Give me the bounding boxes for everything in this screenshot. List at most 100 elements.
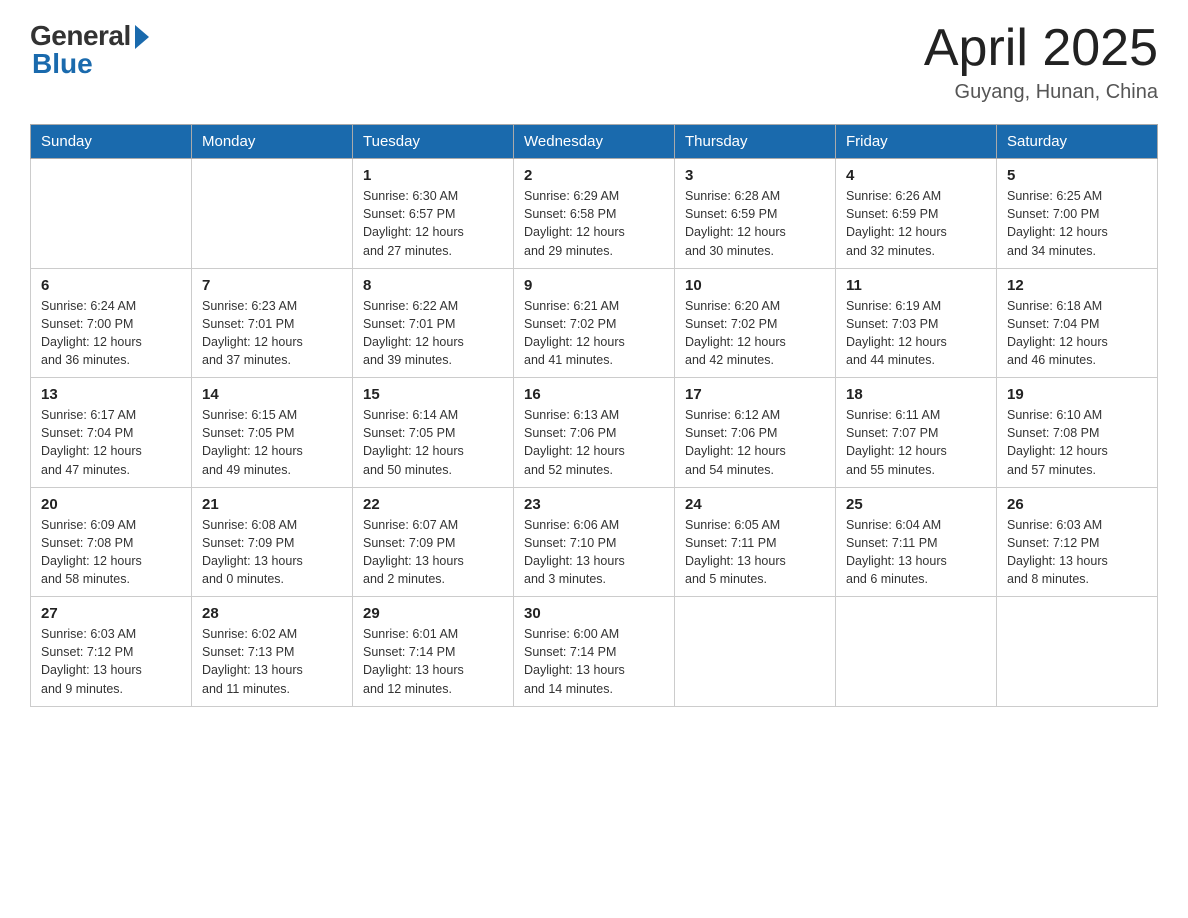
calendar-cell	[192, 159, 353, 269]
day-number: 19	[1007, 386, 1147, 403]
day-info: Sunrise: 6:15 AMSunset: 7:05 PMDaylight:…	[202, 406, 342, 479]
day-info: Sunrise: 6:30 AMSunset: 6:57 PMDaylight:…	[363, 187, 503, 260]
day-info: Sunrise: 6:14 AMSunset: 7:05 PMDaylight:…	[363, 406, 503, 479]
calendar-cell	[997, 597, 1158, 707]
calendar-header-thursday: Thursday	[675, 125, 836, 159]
day-info: Sunrise: 6:01 AMSunset: 7:14 PMDaylight:…	[363, 625, 503, 698]
day-number: 21	[202, 496, 342, 513]
calendar-cell: 8 Sunrise: 6:22 AMSunset: 7:01 PMDaylight…	[353, 268, 514, 378]
day-info: Sunrise: 6:25 AMSunset: 7:00 PMDaylight:…	[1007, 187, 1147, 260]
day-info: Sunrise: 6:29 AMSunset: 6:58 PMDaylight:…	[524, 187, 664, 260]
day-info: Sunrise: 6:10 AMSunset: 7:08 PMDaylight:…	[1007, 406, 1147, 479]
day-info: Sunrise: 6:07 AMSunset: 7:09 PMDaylight:…	[363, 516, 503, 589]
calendar-week-row: 27 Sunrise: 6:03 AMSunset: 7:12 PMDayligh…	[31, 597, 1158, 707]
calendar-cell: 15 Sunrise: 6:14 AMSunset: 7:05 PMDayligh…	[353, 378, 514, 488]
calendar-cell: 6 Sunrise: 6:24 AMSunset: 7:00 PMDaylight…	[31, 268, 192, 378]
calendar-header-saturday: Saturday	[997, 125, 1158, 159]
calendar-header-tuesday: Tuesday	[353, 125, 514, 159]
day-number: 12	[1007, 277, 1147, 294]
calendar-cell: 22Sunrise: 6:07 AMSunset: 7:09 PMDayligh…	[353, 487, 514, 597]
calendar-week-row: 1 Sunrise: 6:30 AMSunset: 6:57 PMDaylight…	[31, 159, 1158, 269]
calendar-cell	[836, 597, 997, 707]
calendar-cell: 23 Sunrise: 6:06 AMSunset: 7:10 PMDayligh…	[514, 487, 675, 597]
day-info: Sunrise: 6:11 AMSunset: 7:07 PMDaylight:…	[846, 406, 986, 479]
calendar-cell: 18 Sunrise: 6:11 AMSunset: 7:07 PMDayligh…	[836, 378, 997, 488]
calendar-cell: 11 Sunrise: 6:19 AMSunset: 7:03 PMDayligh…	[836, 268, 997, 378]
calendar-header-wednesday: Wednesday	[514, 125, 675, 159]
calendar-week-row: 6 Sunrise: 6:24 AMSunset: 7:00 PMDaylight…	[31, 268, 1158, 378]
calendar-header-sunday: Sunday	[31, 125, 192, 159]
day-number: 1	[363, 167, 503, 184]
day-info: Sunrise: 6:03 AMSunset: 7:12 PMDaylight:…	[41, 625, 181, 698]
day-number: 24	[685, 496, 825, 513]
day-number: 2	[524, 167, 664, 184]
day-number: 10	[685, 277, 825, 294]
calendar-header-friday: Friday	[836, 125, 997, 159]
calendar-cell: 21 Sunrise: 6:08 AMSunset: 7:09 PMDayligh…	[192, 487, 353, 597]
calendar-cell: 28 Sunrise: 6:02 AMSunset: 7:13 PMDayligh…	[192, 597, 353, 707]
day-info: Sunrise: 6:06 AMSunset: 7:10 PMDaylight:…	[524, 516, 664, 589]
calendar-cell: 30Sunrise: 6:00 AMSunset: 7:14 PMDayligh…	[514, 597, 675, 707]
day-info: Sunrise: 6:08 AMSunset: 7:09 PMDaylight:…	[202, 516, 342, 589]
title-area: April 2025 Guyang, Hunan, China	[924, 20, 1158, 104]
calendar-cell: 29 Sunrise: 6:01 AMSunset: 7:14 PMDayligh…	[353, 597, 514, 707]
calendar-cell: 2 Sunrise: 6:29 AMSunset: 6:58 PMDaylight…	[514, 159, 675, 269]
day-info: Sunrise: 6:03 AMSunset: 7:12 PMDaylight:…	[1007, 516, 1147, 589]
day-number: 6	[41, 277, 181, 294]
day-number: 26	[1007, 496, 1147, 513]
month-year-title: April 2025	[924, 20, 1158, 77]
day-info: Sunrise: 6:04 AMSunset: 7:11 PMDaylight:…	[846, 516, 986, 589]
calendar-week-row: 13Sunrise: 6:17 AMSunset: 7:04 PMDayligh…	[31, 378, 1158, 488]
calendar-cell: 17Sunrise: 6:12 AMSunset: 7:06 PMDayligh…	[675, 378, 836, 488]
day-info: Sunrise: 6:24 AMSunset: 7:00 PMDaylight:…	[41, 297, 181, 370]
day-info: Sunrise: 6:09 AMSunset: 7:08 PMDaylight:…	[41, 516, 181, 589]
day-number: 23	[524, 496, 664, 513]
day-number: 27	[41, 605, 181, 622]
day-info: Sunrise: 6:17 AMSunset: 7:04 PMDaylight:…	[41, 406, 181, 479]
calendar-header-row: SundayMondayTuesdayWednesdayThursdayFrid…	[31, 125, 1158, 159]
day-info: Sunrise: 6:12 AMSunset: 7:06 PMDaylight:…	[685, 406, 825, 479]
calendar-cell: 13Sunrise: 6:17 AMSunset: 7:04 PMDayligh…	[31, 378, 192, 488]
location-subtitle: Guyang, Hunan, China	[924, 81, 1158, 104]
day-info: Sunrise: 6:19 AMSunset: 7:03 PMDaylight:…	[846, 297, 986, 370]
day-number: 16	[524, 386, 664, 403]
day-number: 11	[846, 277, 986, 294]
calendar-week-row: 20Sunrise: 6:09 AMSunset: 7:08 PMDayligh…	[31, 487, 1158, 597]
day-number: 4	[846, 167, 986, 184]
calendar-cell: 24Sunrise: 6:05 AMSunset: 7:11 PMDayligh…	[675, 487, 836, 597]
page-header: General Blue April 2025 Guyang, Hunan, C…	[30, 20, 1158, 104]
day-number: 3	[685, 167, 825, 184]
day-info: Sunrise: 6:21 AMSunset: 7:02 PMDaylight:…	[524, 297, 664, 370]
day-number: 15	[363, 386, 503, 403]
calendar-cell: 10 Sunrise: 6:20 AMSunset: 7:02 PMDayligh…	[675, 268, 836, 378]
day-number: 8	[363, 277, 503, 294]
day-info: Sunrise: 6:26 AMSunset: 6:59 PMDaylight:…	[846, 187, 986, 260]
calendar-cell: 16 Sunrise: 6:13 AMSunset: 7:06 PMDayligh…	[514, 378, 675, 488]
day-number: 18	[846, 386, 986, 403]
calendar-cell: 12 Sunrise: 6:18 AMSunset: 7:04 PMDayligh…	[997, 268, 1158, 378]
calendar-cell: 20Sunrise: 6:09 AMSunset: 7:08 PMDayligh…	[31, 487, 192, 597]
day-info: Sunrise: 6:28 AMSunset: 6:59 PMDaylight:…	[685, 187, 825, 260]
calendar-cell: 5Sunrise: 6:25 AMSunset: 7:00 PMDaylight…	[997, 159, 1158, 269]
day-number: 28	[202, 605, 342, 622]
calendar-cell: 1 Sunrise: 6:30 AMSunset: 6:57 PMDaylight…	[353, 159, 514, 269]
day-number: 9	[524, 277, 664, 294]
day-info: Sunrise: 6:22 AMSunset: 7:01 PMDaylight:…	[363, 297, 503, 370]
day-number: 14	[202, 386, 342, 403]
day-number: 7	[202, 277, 342, 294]
day-info: Sunrise: 6:18 AMSunset: 7:04 PMDaylight:…	[1007, 297, 1147, 370]
day-info: Sunrise: 6:02 AMSunset: 7:13 PMDaylight:…	[202, 625, 342, 698]
day-info: Sunrise: 6:20 AMSunset: 7:02 PMDaylight:…	[685, 297, 825, 370]
calendar-cell: 27 Sunrise: 6:03 AMSunset: 7:12 PMDayligh…	[31, 597, 192, 707]
logo-blue-text: Blue	[32, 48, 93, 80]
day-info: Sunrise: 6:13 AMSunset: 7:06 PMDaylight:…	[524, 406, 664, 479]
calendar-cell: 19 Sunrise: 6:10 AMSunset: 7:08 PMDayligh…	[997, 378, 1158, 488]
calendar-table: SundayMondayTuesdayWednesdayThursdayFrid…	[30, 124, 1158, 707]
logo-arrow-icon	[135, 25, 149, 49]
logo: General Blue	[30, 20, 149, 80]
day-number: 29	[363, 605, 503, 622]
day-info: Sunrise: 6:00 AMSunset: 7:14 PMDaylight:…	[524, 625, 664, 698]
calendar-cell: 7Sunrise: 6:23 AMSunset: 7:01 PMDaylight…	[192, 268, 353, 378]
calendar-header-monday: Monday	[192, 125, 353, 159]
calendar-cell: 9 Sunrise: 6:21 AMSunset: 7:02 PMDaylight…	[514, 268, 675, 378]
